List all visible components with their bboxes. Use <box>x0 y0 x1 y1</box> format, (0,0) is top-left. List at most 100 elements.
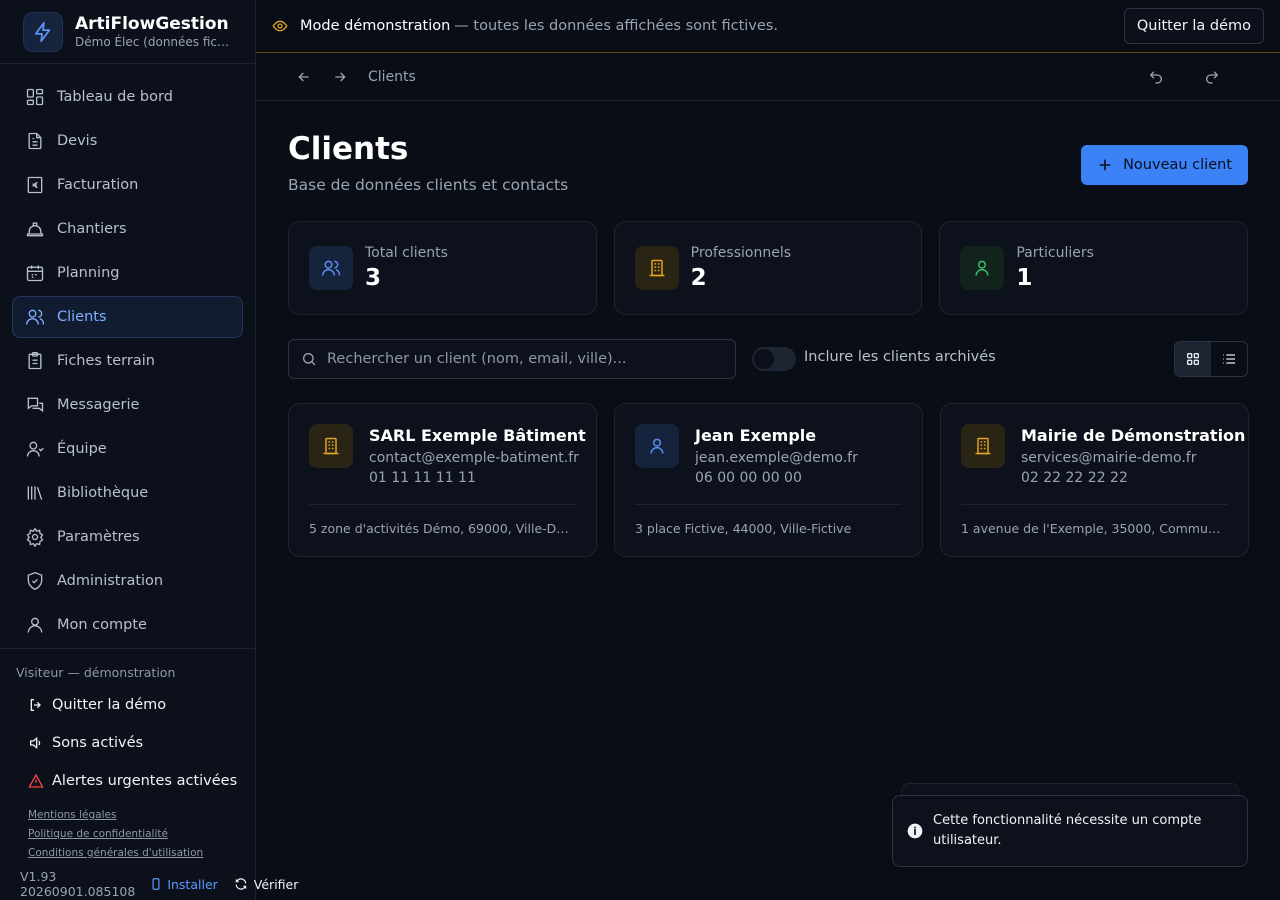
building-icon <box>961 424 1005 468</box>
nav-item-equipe[interactable]: Équipe <box>12 428 243 470</box>
stat-value: 2 <box>690 265 707 291</box>
undo-icon[interactable] <box>1148 69 1164 85</box>
demo-mode-label: Mode démonstration <box>300 18 451 34</box>
stat-value: 3 <box>365 265 382 291</box>
client-cards-grid: SARL Exemple Bâtiment contact@exemple-ba… <box>288 403 1249 557</box>
breadcrumb-current: Clients <box>368 68 416 85</box>
client-card[interactable]: Mairie de Démonstration services@mairie-… <box>940 403 1249 557</box>
dashboard-icon <box>26 88 44 106</box>
nav-item-chantiers[interactable]: Chantiers <box>12 208 243 250</box>
nav-label: Mon compte <box>57 617 147 633</box>
view-mode-switch <box>1174 341 1248 377</box>
quit-demo-button[interactable]: Quitter la démo <box>1123 8 1264 44</box>
user-icon <box>960 246 1005 290</box>
lightning-logo-icon <box>23 11 63 52</box>
version-row: V1.93 20260901.085108 Installer Vérifier <box>0 869 298 899</box>
nav-item-parametres[interactable]: Paramètres <box>12 516 243 558</box>
archived-toggle[interactable] <box>752 347 796 371</box>
nav-label: Clients <box>57 309 107 325</box>
brand-subtitle: Démo Élec (données fictives) <box>75 34 231 49</box>
legal-notice-link[interactable]: Mentions légales <box>28 806 255 825</box>
brand-name: ArtiFlowGestion <box>75 13 229 34</box>
building-icon <box>309 424 353 468</box>
euro-receipt-icon <box>27 176 43 194</box>
sounds-toggle[interactable]: Sons activés <box>0 724 255 762</box>
client-name: Mairie de Démonstration <box>1021 426 1246 445</box>
nav-item-planning[interactable]: Planning <box>12 252 243 294</box>
client-email: contact@exemple-batiment.fr <box>369 450 579 466</box>
stat-card-total: Total clients 3 <box>288 221 597 315</box>
divider <box>635 504 902 505</box>
stat-card-professionals: Professionnels 2 <box>613 221 923 315</box>
stat-label: Professionnels <box>690 245 792 261</box>
redo-icon[interactable] <box>1204 69 1220 85</box>
demo-mode-description: — toutes les données affichées sont fict… <box>454 18 778 34</box>
urgent-alerts-toggle[interactable]: Alertes urgentes activées <box>0 762 255 800</box>
stat-value: 1 <box>1016 265 1033 291</box>
info-icon <box>907 823 923 839</box>
search-box <box>288 339 736 379</box>
nav-item-clients[interactable]: Clients <box>12 296 243 338</box>
toggle-knob <box>754 349 774 369</box>
privacy-policy-link[interactable]: Politique de confidentialité <box>28 825 255 844</box>
warning-triangle-icon <box>28 773 44 788</box>
phone-icon <box>152 878 160 890</box>
client-email: services@mairie-demo.fr <box>1021 450 1197 466</box>
forward-arrow-icon[interactable] <box>332 69 348 85</box>
filters-bar: Inclure les clients archivés <box>288 339 1248 379</box>
nav-label: Tableau de bord <box>57 89 173 105</box>
client-phone: 02 22 22 22 22 <box>1021 470 1128 486</box>
nav-label: Fiches terrain <box>57 353 155 369</box>
install-button[interactable]: Installer <box>149 877 218 892</box>
messages-icon <box>27 397 44 413</box>
nav-label: Messagerie <box>57 397 140 413</box>
new-client-button[interactable]: Nouveau client <box>1081 145 1248 185</box>
nav-item-mon-compte[interactable]: Mon compte <box>12 604 243 646</box>
nav-label: Devis <box>57 133 98 149</box>
grid-icon <box>1187 353 1199 365</box>
clipboard-icon <box>28 352 42 370</box>
users-icon <box>26 309 45 325</box>
client-phone: 01 11 11 11 11 <box>369 470 476 486</box>
nav-item-fiches-terrain[interactable]: Fiches terrain <box>12 340 243 382</box>
undo-redo-controls <box>1128 69 1240 85</box>
user-icon <box>27 617 43 633</box>
eye-icon <box>272 20 288 32</box>
new-client-label: Nouveau client <box>1123 157 1232 173</box>
nav-item-messagerie[interactable]: Messagerie <box>12 384 243 426</box>
breadcrumb: Clients <box>256 53 1280 101</box>
legal-links: Mentions légales Politique de confidenti… <box>0 806 255 863</box>
quit-demo-link[interactable]: Quitter la démo <box>0 686 255 724</box>
plus-icon <box>1099 159 1111 171</box>
client-card[interactable]: Jean Exemple jean.exemple@demo.fr 06 00 … <box>614 403 923 557</box>
search-input[interactable] <box>327 351 727 367</box>
gear-icon <box>26 527 44 547</box>
client-address: 1 avenue de l'Exemple, 35000, Commune-Dé… <box>961 521 1228 536</box>
demo-banner: Mode démonstration — toutes les données … <box>256 0 1280 53</box>
client-name: Jean Exemple <box>695 426 817 445</box>
list-view-button[interactable] <box>1211 342 1247 376</box>
nav-item-administration[interactable]: Administration <box>12 560 243 602</box>
nav-item-facturation[interactable]: Facturation <box>12 164 243 206</box>
divider <box>309 504 576 505</box>
verify-button[interactable]: Vérifier <box>234 877 298 892</box>
client-card[interactable]: SARL Exemple Bâtiment contact@exemple-ba… <box>288 403 597 557</box>
brand[interactable]: ArtiFlowGestion Démo Élec (données ficti… <box>0 0 255 64</box>
stat-label: Total clients <box>365 245 448 261</box>
page-title: Clients <box>288 131 409 167</box>
shield-icon <box>27 571 43 591</box>
back-arrow-icon[interactable] <box>296 69 312 85</box>
file-text-icon <box>28 132 42 150</box>
search-icon <box>303 353 316 366</box>
nav-label: Planning <box>57 265 120 281</box>
hard-hat-icon <box>26 222 44 237</box>
divider <box>961 504 1228 505</box>
nav-item-tableau-de-bord[interactable]: Tableau de bord <box>12 76 243 118</box>
client-phone: 06 00 00 00 00 <box>695 470 802 486</box>
nav-label: Bibliothèque <box>57 485 149 501</box>
nav-item-bibliotheque[interactable]: Bibliothèque <box>12 472 243 514</box>
nav-label: Paramètres <box>57 529 140 545</box>
terms-link[interactable]: Conditions générales d'utilisation <box>28 844 255 863</box>
grid-view-button[interactable] <box>1175 342 1211 376</box>
nav-item-devis[interactable]: Devis <box>12 120 243 162</box>
